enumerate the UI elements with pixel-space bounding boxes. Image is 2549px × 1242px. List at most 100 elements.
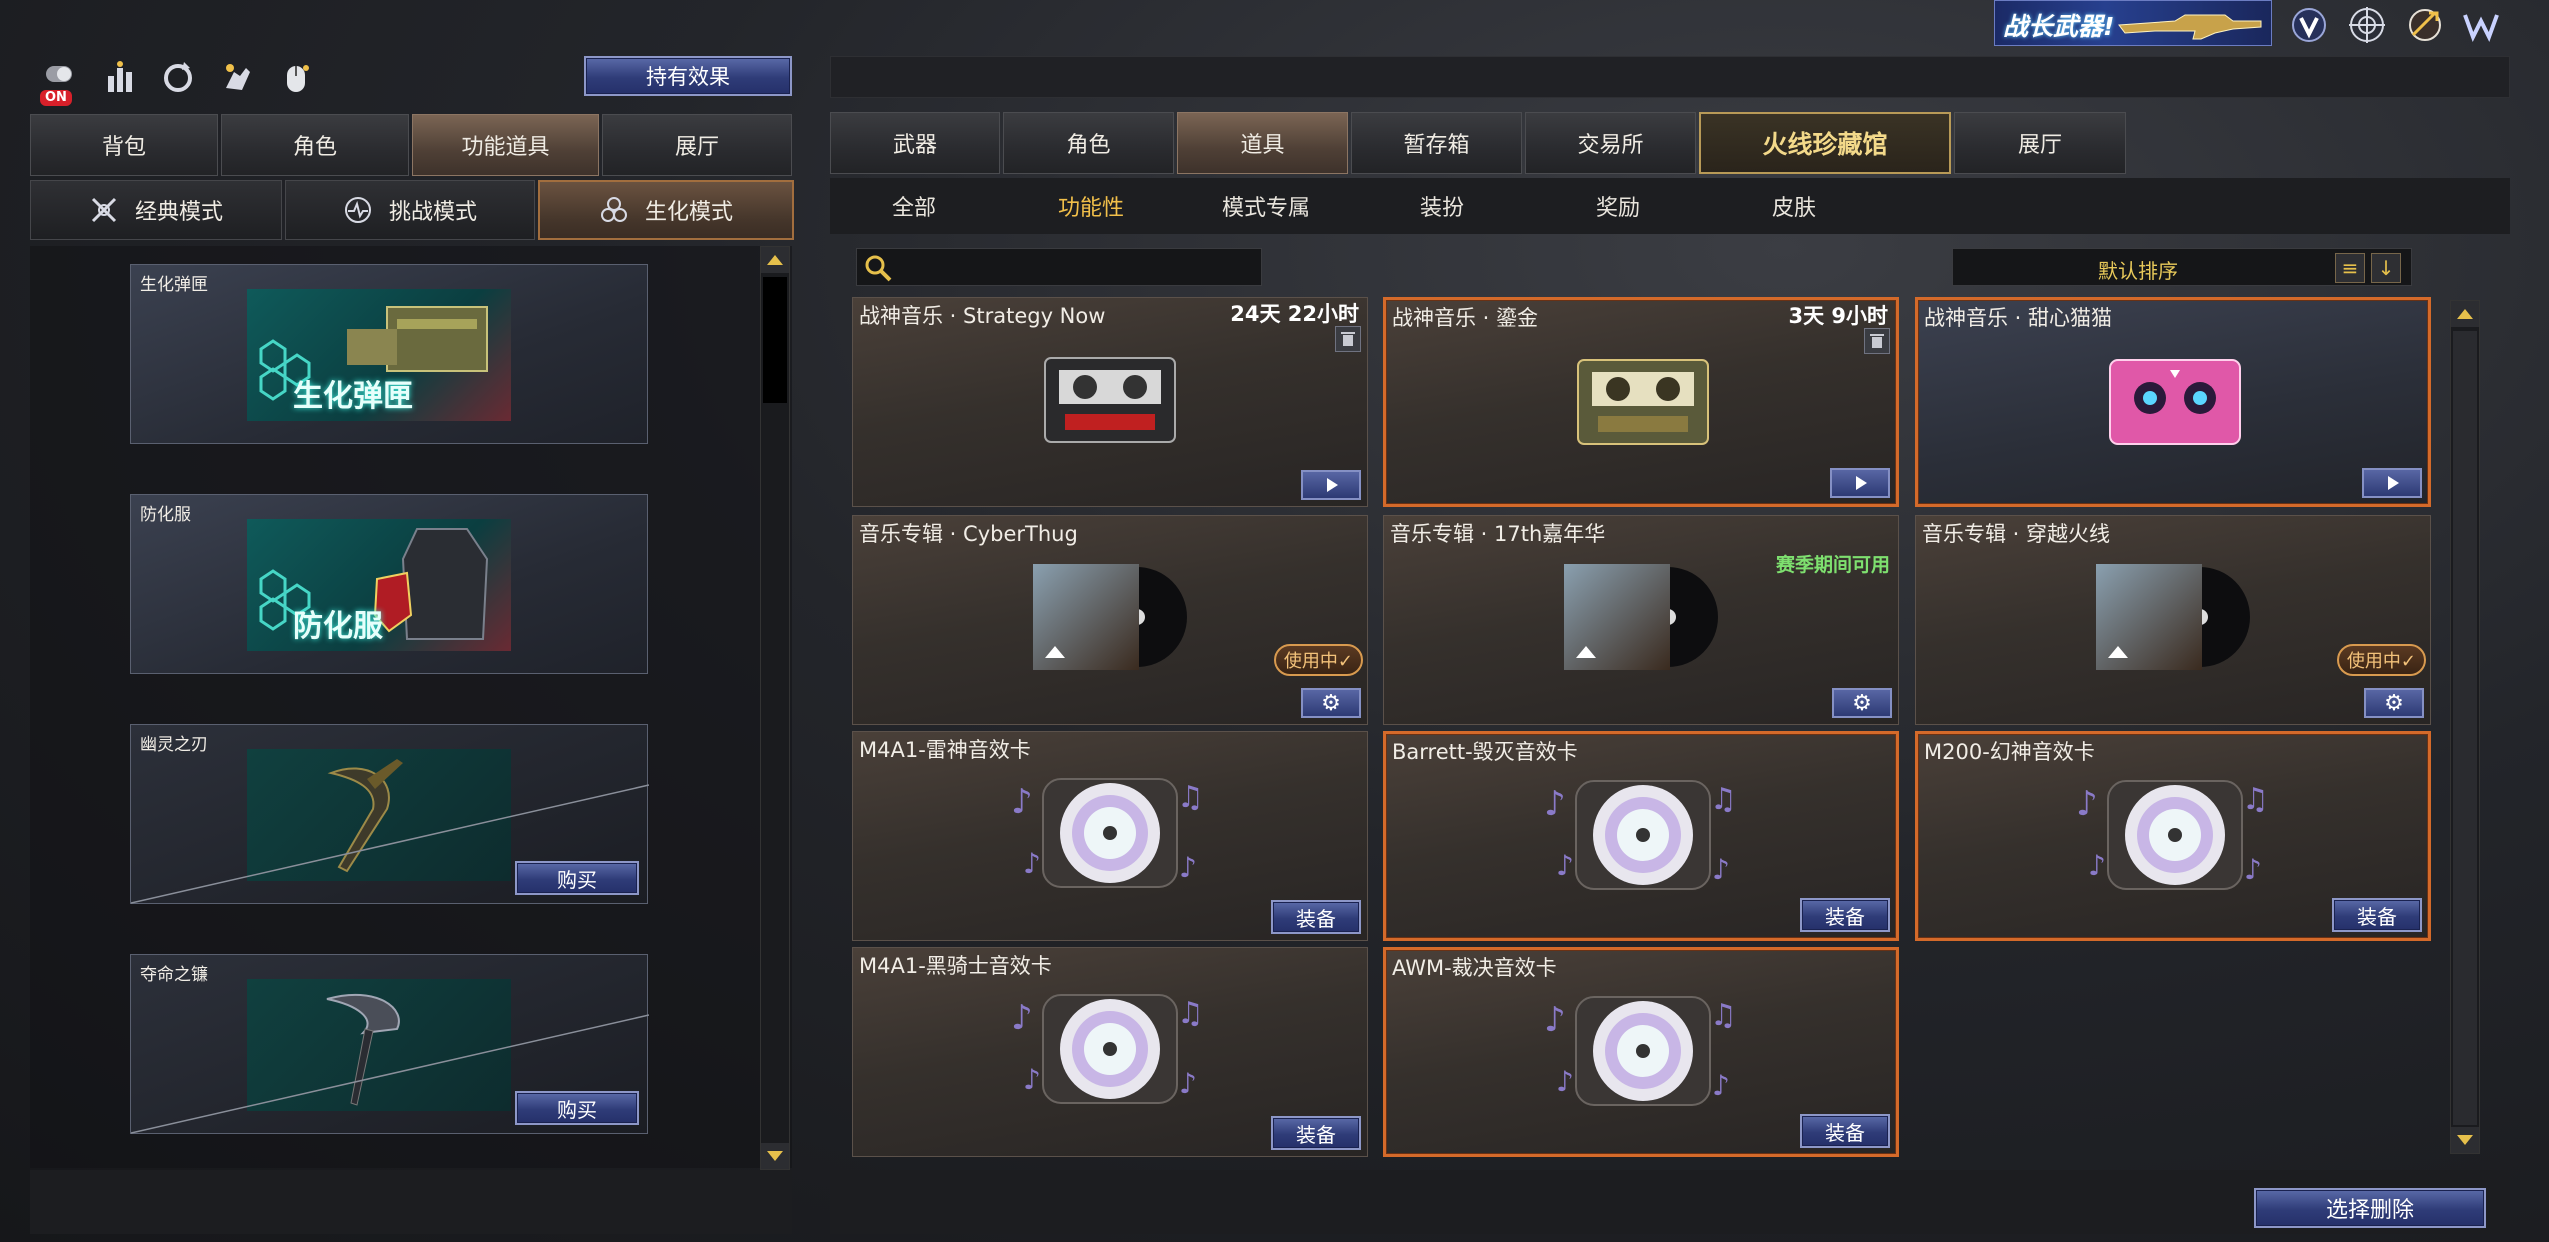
subtab-all[interactable]: 全部: [892, 190, 936, 222]
equip-button[interactable]: 装备: [1800, 1114, 1890, 1148]
gear-icon[interactable]: ⚙: [1301, 688, 1361, 718]
stats-icon[interactable]: [98, 56, 142, 100]
svg-text:♫: ♫: [2242, 782, 2269, 817]
gear-icon[interactable]: ⚙: [2364, 688, 2424, 718]
scroll-down-arrow-icon[interactable]: [761, 1143, 789, 1169]
mode-challenge[interactable]: 挑战模式: [285, 180, 535, 240]
mode-bar: 经典模式 挑战模式 生化模式: [30, 180, 794, 240]
scroll-up-arrow-icon[interactable]: [761, 247, 789, 273]
scroll-thumb[interactable]: [763, 277, 787, 403]
list-view-icon[interactable]: ≡: [2335, 253, 2365, 283]
scroll-up-arrow-icon[interactable]: [2451, 301, 2479, 327]
disc-image: ♪ ♫ ♪ ♪: [1536, 774, 1750, 896]
svg-text:♪: ♪: [2076, 784, 2098, 824]
svg-text:♪: ♪: [1544, 1000, 1566, 1040]
subtab-mode-exclusive[interactable]: 模式专属: [1222, 190, 1310, 222]
locked-slash: [131, 1014, 649, 1134]
tab-character[interactable]: 角色: [221, 114, 409, 176]
remaining-time: 24天 22小时: [1230, 302, 1359, 326]
item-card[interactable]: 音乐专辑 · CyberThug 使用中✓ ⚙: [852, 515, 1368, 725]
list-item[interactable]: 生化弹匣 生化弹匣: [130, 264, 648, 444]
subtab-skin[interactable]: 皮肤: [1772, 190, 1816, 222]
play-icon[interactable]: [2362, 468, 2422, 498]
search-icon: [865, 255, 892, 282]
subtab-functional[interactable]: 功能性: [1058, 190, 1124, 222]
tab-showroom[interactable]: 展厅: [602, 114, 792, 176]
item-card[interactable]: M200-幻神音效卡 ♪ ♫ ♪ ♪ 装备: [1915, 731, 2431, 941]
subtab-reward[interactable]: 奖励: [1596, 190, 1640, 222]
item-card[interactable]: 战神音乐 · 鎏金 3天 9小时: [1383, 297, 1899, 507]
item-card[interactable]: 音乐专辑 · 穿越火线使用中✓ ⚙: [1915, 515, 2431, 725]
item-card[interactable]: Barrett-毁灭音效卡 ♪ ♫ ♪ ♪ 装备: [1383, 731, 1899, 941]
list-item[interactable]: 夺命之镰 购买: [130, 954, 649, 1134]
item-card[interactable]: AWM-裁决音效卡 ♪ ♫ ♪ ♪ 装备: [1383, 947, 1899, 1157]
item-card[interactable]: 战神音乐 · Strategy Now 24天 22小时: [852, 297, 1368, 507]
search-box[interactable]: [856, 248, 1262, 286]
play-icon[interactable]: [1301, 470, 1361, 500]
item-card-name: 战神音乐 · 鎏金: [1392, 306, 1539, 330]
refresh-icon[interactable]: [156, 56, 200, 100]
hold-effect-button[interactable]: 持有效果: [584, 56, 792, 96]
item-card[interactable]: 音乐专辑 · 17th嘉年华 赛季期间可用 ⚙: [1383, 515, 1899, 725]
search-input[interactable]: [897, 253, 1253, 281]
svg-text:♪: ♪: [1011, 998, 1033, 1038]
tab-collection-hall[interactable]: 火线珍藏馆: [1699, 112, 1951, 174]
item-card[interactable]: M4A1-黑骑士音效卡 ♪ ♫ ♪ ♪ 装备: [852, 947, 1368, 1157]
tab-storage[interactable]: 暂存箱: [1351, 112, 1522, 174]
item-card-name: 音乐专辑 · 穿越火线: [1922, 522, 2111, 546]
subtab-outfit[interactable]: 装扮: [1420, 190, 1464, 222]
mode-classic[interactable]: 经典模式: [30, 180, 282, 240]
trash-icon[interactable]: [1335, 326, 1361, 352]
right-scrollbar[interactable]: [2450, 300, 2480, 1154]
list-item[interactable]: 幽灵之刃 购买: [130, 724, 649, 904]
w-logo-icon[interactable]: [2458, 2, 2504, 48]
mouse-icon[interactable]: [274, 56, 318, 100]
svg-text:♪: ♪: [2088, 849, 2106, 882]
item-card[interactable]: M4A1-雷神音效卡 ♪ ♫ ♪ ♪ 装备: [852, 731, 1368, 941]
equip-button[interactable]: 装备: [1271, 1116, 1361, 1150]
tab-functional-items[interactable]: 功能道具: [412, 114, 599, 176]
tab-roles[interactable]: 角色: [1003, 112, 1174, 174]
svg-text:♪: ♪: [1556, 1065, 1574, 1098]
disc-image: ♪ ♫ ♪ ♪: [1003, 772, 1217, 894]
item-card-name: 战神音乐 · 甜心猫猫: [1924, 306, 2113, 330]
select-delete-button[interactable]: 选择删除: [2254, 1188, 2486, 1228]
trash-icon[interactable]: [1864, 328, 1890, 354]
gear-icon[interactable]: ⚙: [1832, 688, 1892, 718]
item-title: 防化服: [140, 505, 191, 525]
mode-biohazard[interactable]: 生化模式: [538, 180, 794, 240]
target-icon[interactable]: [2344, 2, 2390, 48]
equip-button[interactable]: 装备: [2332, 898, 2422, 932]
equip-button[interactable]: 装备: [1271, 900, 1361, 934]
disc-image: ♪ ♫ ♪ ♪: [1536, 990, 1750, 1112]
top-strip: [830, 56, 2510, 98]
tab-exchange[interactable]: 交易所: [1525, 112, 1696, 174]
tab-backpack[interactable]: 背包: [30, 114, 218, 176]
tab-showroom-right[interactable]: 展厅: [1954, 112, 2126, 174]
left-tab-bar: 背包 角色 功能道具 展厅: [30, 114, 792, 176]
item-card[interactable]: 战神音乐 · 甜心猫猫: [1915, 297, 2431, 507]
tab-items[interactable]: 道具: [1177, 112, 1348, 174]
sort-down-arrow-icon[interactable]: ↓: [2371, 253, 2401, 283]
scroll-down-arrow-icon[interactable]: [2451, 1127, 2479, 1153]
rifle-icon: [2118, 14, 2262, 40]
in-use-badge: 使用中✓: [2336, 644, 2426, 676]
equip-button[interactable]: 装备: [1800, 898, 1890, 932]
scroll-track[interactable]: [2453, 331, 2477, 1125]
on-badge: ON: [40, 90, 72, 106]
sort-dropdown[interactable]: 默认排序 ≡ ↓: [1952, 248, 2412, 286]
crosshair-badge-icon[interactable]: [2402, 2, 2448, 48]
promo-banner[interactable]: 战长武器!: [1994, 0, 2272, 46]
in-use-badge: 使用中✓: [1273, 644, 1363, 676]
locked-slash: [131, 784, 649, 904]
left-scrollbar[interactable]: [760, 246, 790, 1170]
cassette-dark-image: [1003, 338, 1217, 460]
toggle-on-icon[interactable]: ON: [38, 56, 82, 106]
tab-weapons[interactable]: 武器: [830, 112, 1000, 174]
item-title: 生化弹匣: [140, 275, 208, 295]
play-icon[interactable]: [1830, 468, 1890, 498]
item-card-name: AWM-裁决音效卡: [1392, 956, 1557, 980]
hand-icon[interactable]: [214, 56, 258, 100]
list-item[interactable]: 防化服 防化服: [130, 494, 648, 674]
v-rank-icon[interactable]: [2286, 2, 2332, 48]
